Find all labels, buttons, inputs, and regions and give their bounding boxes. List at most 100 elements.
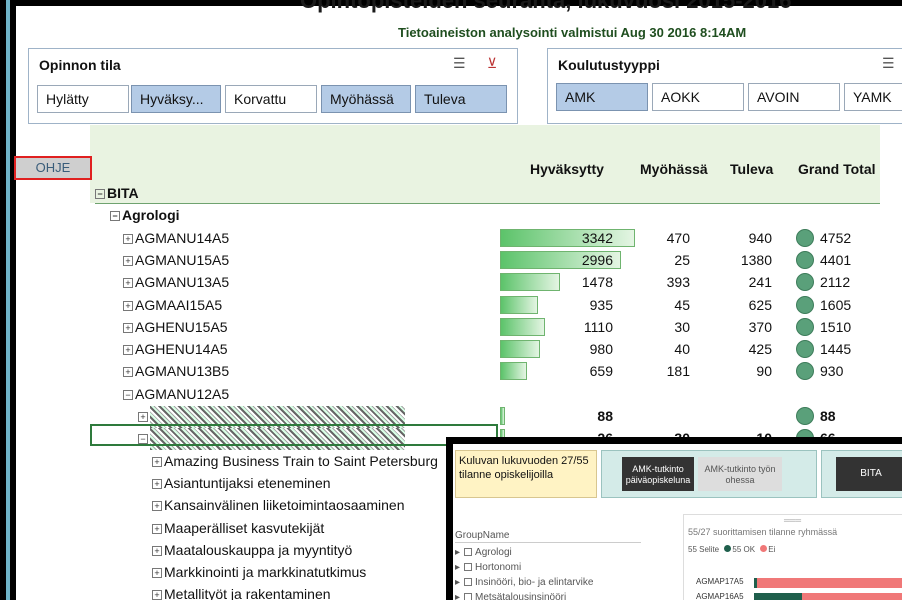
myohassa-value: 470 — [666, 229, 690, 246]
pivot-row[interactable]: − AGMANU12A5 — [0, 384, 902, 406]
pivot-row[interactable]: + AGMAAI15A5 935 45 625 1605 — [0, 295, 902, 317]
expand-icon[interactable]: + — [152, 590, 162, 600]
legend-title: 55 Selite — [688, 545, 720, 554]
bita-button[interactable]: BITA — [836, 457, 902, 491]
group-name: Insinööri, bio- ja elintarvike — [475, 577, 594, 588]
expand-icon[interactable]: + — [123, 300, 133, 311]
row-label: + Kansainvälinen liiketoimintaosaaminen — [152, 497, 404, 513]
row-label-text: AGMANU15A5 — [135, 251, 230, 268]
row-label-text: AGHENU15A5 — [135, 318, 228, 335]
column-header-myohassa[interactable]: Myöhässä — [640, 161, 708, 177]
group-list-item[interactable]: ▸ Metsätalousinsinööri — [455, 592, 566, 600]
column-header-hyvaksytty[interactable]: Hyväksytty — [530, 161, 604, 177]
multi-select-icon[interactable]: ☰ — [453, 55, 466, 72]
report-subtitle: Tietoaineiston analysointi valmistui Aug… — [398, 25, 747, 40]
collapse-icon[interactable]: − — [123, 389, 133, 400]
row-label: + AGMANU13A5 — [123, 274, 229, 290]
group-list-item[interactable]: ▸ Hortonomi — [455, 562, 521, 573]
expand-icon[interactable]: + — [123, 322, 133, 333]
status-note: Kuluvan lukuvuoden 27/55 tilanne opiskel… — [455, 450, 597, 498]
slicer-option-amk[interactable]: AMK — [556, 83, 648, 111]
clear-filter-icon[interactable]: ⊻ — [487, 55, 497, 72]
expand-icon[interactable]: + — [152, 523, 162, 534]
row-label-text: Agrologi — [122, 207, 180, 224]
expand-icon[interactable]: + — [152, 456, 162, 467]
tab-paivaopiskeluna[interactable]: AMK-tutkinto päiväopiskeluna — [622, 457, 694, 491]
slicer-title: Koulutustyyppi — [558, 57, 660, 73]
slicer-title: Opinnon tila — [39, 57, 121, 73]
drag-handle[interactable]: ═══ — [784, 516, 801, 525]
status-dot-icon — [796, 362, 814, 381]
row-label-text: AGHENU14A5 — [135, 341, 228, 358]
slicer-option-hylatty[interactable]: Hylätty — [37, 85, 129, 113]
slicer-option-aokk[interactable]: AOKK — [652, 83, 744, 111]
status-dot-icon — [796, 340, 814, 359]
status-dot-icon — [796, 273, 814, 292]
data-bar — [500, 362, 527, 381]
pivot-row[interactable]: + AGMANU14A5 3342 470 940 4752 — [0, 228, 902, 250]
row-label: + Amazing Business Train to Saint Petersb… — [152, 453, 438, 469]
group-list-item[interactable]: ▸ Insinööri, bio- ja elintarvike — [455, 577, 593, 588]
checkbox[interactable] — [464, 563, 473, 571]
expand-icon[interactable]: + — [123, 345, 133, 356]
expand-icon[interactable]: + — [123, 233, 133, 244]
hyvaksytty-cell: 3342 — [500, 228, 635, 247]
expand-arrow-icon[interactable]: ▸ — [455, 592, 460, 600]
myohassa-value: 181 — [666, 363, 690, 380]
tab-tyon-ohessa[interactable]: AMK-tutkinto työn ohessa — [698, 457, 782, 491]
row-label: + Markkinointi ja markkinatutkimus — [152, 564, 366, 580]
collapse-icon[interactable]: − — [110, 211, 120, 222]
expand-arrow-icon[interactable]: ▸ — [455, 562, 460, 573]
expand-arrow-icon[interactable]: ▸ — [455, 577, 460, 588]
pivot-row[interactable]: + AGHENU14A5 980 40 425 1445 — [0, 339, 902, 361]
expand-icon[interactable]: + — [138, 412, 148, 422]
group-list-item[interactable]: ▸ Agrologi — [455, 547, 512, 558]
column-header-tuleva[interactable]: Tuleva — [730, 161, 773, 177]
multi-select-icon[interactable]: ☰ — [882, 55, 895, 72]
row-label: − Agrologi — [110, 207, 180, 223]
report-title: Opintopisteiden seuranta, lukuvuosi 2015… — [300, 0, 792, 13]
slicer-option-myohassa[interactable]: Myöhässä — [321, 85, 411, 113]
status-dot-icon — [796, 228, 814, 247]
status-dot-icon — [796, 407, 814, 425]
hyvaksytty-cell: 659 — [500, 362, 635, 381]
expand-icon[interactable]: + — [152, 568, 162, 579]
slicer-option-yamk[interactable]: YAMK — [844, 83, 902, 111]
pivot-row[interactable]: − BITA — [0, 183, 902, 205]
expand-icon[interactable]: + — [152, 478, 162, 489]
slicer-opinnon-tila: Opinnon tila ☰ ⊻ Hylätty Hyväksy... Korv… — [28, 48, 518, 124]
progress-bar[interactable] — [754, 593, 902, 600]
status-dot-icon — [796, 250, 814, 269]
expand-icon[interactable]: + — [152, 501, 162, 512]
pivot-row[interactable]: + AGMANU15A5 2996 25 1380 4401 — [0, 250, 902, 272]
ohje-button[interactable]: OHJE — [14, 156, 92, 180]
checkbox[interactable] — [464, 578, 473, 586]
group-list-header: GroupName — [455, 530, 510, 541]
slicer-option-tuleva[interactable]: Tuleva — [415, 85, 507, 113]
chart-title: 55/27 suorittamisen tilanne ryhmässä — [688, 527, 838, 537]
hyvaksytty-cell: 980 — [500, 340, 635, 359]
slicer-option-korvattu[interactable]: Korvattu — [225, 85, 317, 113]
expand-arrow-icon[interactable]: ▸ — [455, 547, 460, 558]
expand-icon[interactable]: + — [152, 545, 162, 556]
checkbox[interactable] — [464, 548, 473, 556]
slicer-option-avoin[interactable]: AVOIN — [748, 83, 840, 111]
column-header-grand-total[interactable]: Grand Total — [798, 161, 876, 177]
progress-bar[interactable] — [754, 578, 902, 588]
pivot-row[interactable]: + AGMANU13A5 1478 393 241 2112 — [0, 272, 902, 294]
expand-icon[interactable]: + — [123, 255, 133, 266]
pivot-row[interactable]: + AGMANU13B5 659 181 90 930 — [0, 361, 902, 383]
row-label-text: Metallityöt ja rakentaminen — [164, 586, 331, 600]
row-label: + AGHENU15A5 — [123, 319, 228, 335]
hyvaksytty-value: 659 — [589, 363, 613, 380]
slicer-option-hyvaksytty[interactable]: Hyväksy... — [131, 85, 221, 113]
pivot-row[interactable]: − Agrologi — [0, 205, 902, 227]
dashboard-overlay-panel: Kuluvan lukuvuoden 27/55 tilanne opiskel… — [446, 437, 902, 600]
expand-icon[interactable]: + — [123, 278, 133, 289]
tuleva-value: 625 — [748, 296, 772, 313]
pivot-row[interactable]: + AGHENU15A5 1110 30 370 1510 — [0, 317, 902, 339]
checkbox[interactable] — [464, 593, 473, 600]
collapse-icon[interactable]: − — [95, 189, 105, 199]
expand-icon[interactable]: + — [123, 367, 133, 378]
group-progress-chart: ═══ 55/27 suorittamisen tilanne ryhmässä… — [683, 514, 902, 600]
